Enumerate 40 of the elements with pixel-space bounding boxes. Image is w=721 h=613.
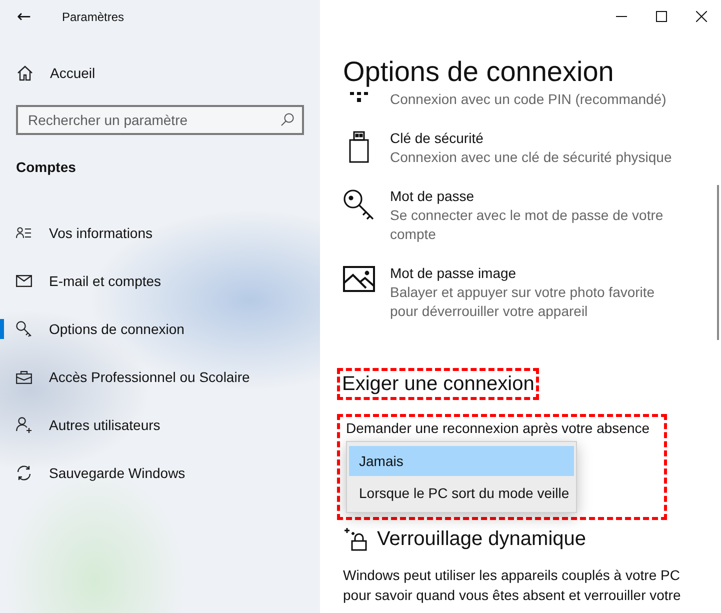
menu-option[interactable]: Lorsque le PC sort du mode veille	[349, 478, 574, 508]
key-icon	[16, 321, 32, 337]
sidebar-item[interactable]: Autres utilisateurs	[0, 401, 320, 449]
sidebar-item[interactable]: Options de connexion	[0, 305, 320, 353]
home-icon	[17, 65, 33, 81]
sidebar-item[interactable]: Vos informations	[0, 209, 320, 257]
sparkle-lock-icon	[343, 527, 369, 551]
sync-icon	[16, 465, 32, 481]
menu-option[interactable]: Jamais	[349, 446, 574, 476]
section-description: Windows peut utiliser les appareils couplés à votre PC pour savoir quand vous êtes absent et verrouiller votre	[343, 566, 682, 605]
briefcase-icon	[16, 370, 32, 384]
sidebar-item[interactable]: E-mail et comptes	[0, 257, 320, 305]
close-icon	[696, 10, 706, 22]
envelope-icon	[16, 275, 32, 287]
setting-label: Demander une reconnexion après votre absence	[346, 420, 650, 436]
option-title[interactable]: Mot de passe	[390, 187, 672, 206]
back-button[interactable]: ←	[0, 0, 48, 34]
sidebar-item[interactable]: Sauvegarde Windows	[0, 449, 320, 497]
key-icon	[343, 189, 375, 221]
image-icon	[343, 266, 375, 292]
maximize-icon	[656, 10, 666, 22]
section-heading: Verrouillage dynamique	[376, 527, 588, 552]
option-title[interactable]: Clé de sécurité	[390, 129, 672, 148]
person-list-icon	[16, 227, 32, 239]
search-field[interactable]: Rechercher un paramètre	[16, 105, 304, 135]
search-icon	[281, 113, 294, 126]
usb-key-icon	[349, 131, 369, 163]
add-person-icon	[16, 417, 32, 433]
option-description: Connexion avec une clé de sécurité physique	[390, 148, 672, 167]
option-description: Connexion avec un code PIN (recommandé)	[390, 90, 668, 109]
option-description: Se connecter avec le mot de passe de votre compte	[390, 206, 664, 244]
option-description: Balayer et appuyer sur votre photo favorite pour déverrouiller votre appareil	[390, 283, 656, 321]
section-heading: Exiger une connexion	[341, 372, 536, 397]
window-title: Paramètres	[62, 10, 124, 24]
section-heading: Comptes	[16, 159, 77, 175]
sidebar-item[interactable]: Accès Professionnel ou Scolaire	[0, 353, 320, 401]
home-link[interactable]: Accueil	[0, 49, 320, 97]
page-title: Options de connexion	[343, 55, 615, 89]
pin-pad-icon	[350, 92, 368, 102]
option-title[interactable]: Mot de passe image	[390, 264, 672, 283]
